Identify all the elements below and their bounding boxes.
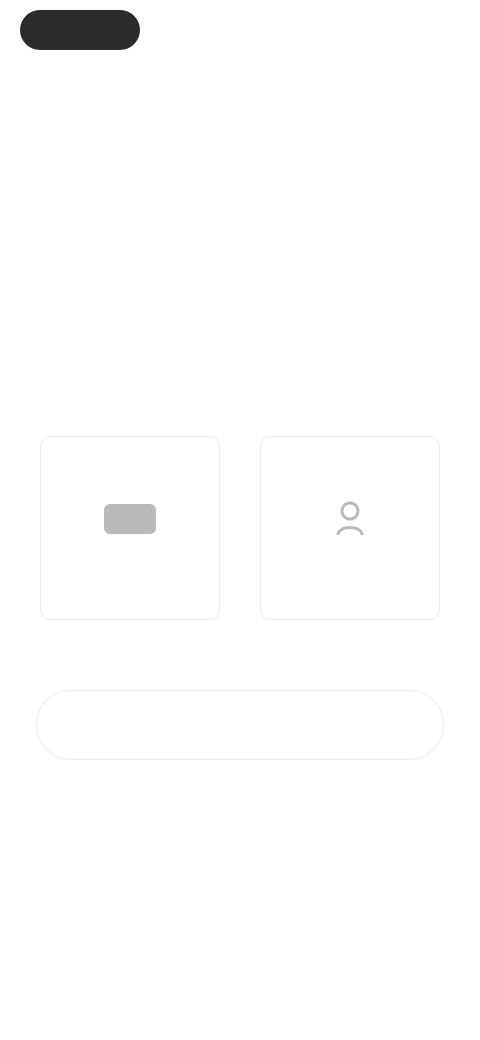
skip-button[interactable]	[354, 15, 444, 45]
choice-card-1[interactable]	[40, 436, 220, 620]
top-bar	[20, 10, 444, 50]
progress-pill	[20, 10, 140, 50]
continue-button[interactable]	[36, 690, 444, 760]
grid-icon	[100, 499, 160, 539]
person-icon	[320, 499, 380, 539]
choice-card-2[interactable]	[260, 436, 440, 620]
choice-cards	[40, 436, 440, 620]
illustration-area	[40, 270, 440, 410]
onboarding-screen	[0, 0, 480, 1040]
